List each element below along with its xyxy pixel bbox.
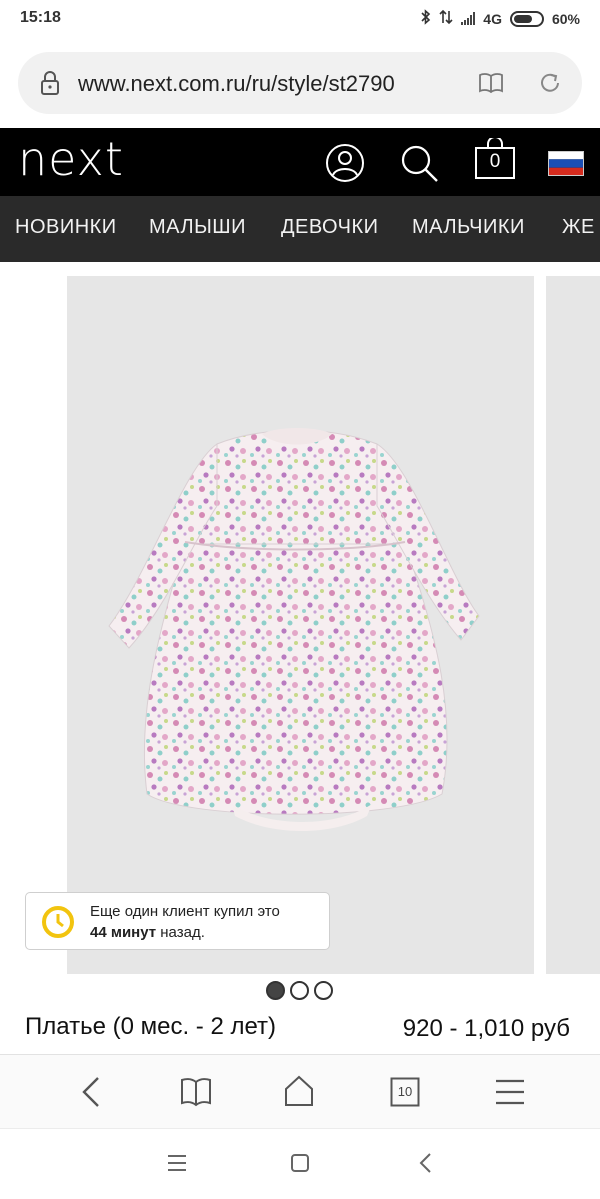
bookmarks-icon[interactable]	[180, 1077, 212, 1112]
search-icon[interactable]	[398, 142, 440, 189]
russia-flag-icon[interactable]	[548, 151, 584, 181]
product-name[interactable]: Платье (0 мес. - 2 лет)	[25, 1013, 276, 1041]
carousel-dot[interactable]	[314, 981, 333, 1000]
data-transfer-icon	[439, 9, 453, 28]
back-icon[interactable]	[78, 1075, 104, 1114]
browser-toolbar: 10	[0, 1054, 600, 1128]
home-icon[interactable]	[283, 1074, 315, 1113]
notice-suffix: назад.	[156, 924, 205, 941]
carousel-dot[interactable]	[290, 981, 309, 1000]
recents-menu-icon[interactable]	[167, 1154, 187, 1177]
battery-percent: 60%	[551, 10, 580, 27]
system-navigation	[0, 1128, 600, 1199]
battery-icon	[509, 10, 544, 27]
nav-item-women[interactable]: ЖЕ	[562, 216, 595, 239]
reader-mode-icon[interactable]	[478, 72, 504, 99]
notice-line-2: 44 минут назад.	[90, 924, 205, 941]
tabs-count: 10	[397, 1084, 413, 1099]
url-text[interactable]: www.next.com.ru/ru/style/st2790	[78, 71, 478, 97]
address-bar[interactable]: www.next.com.ru/ru/style/st2790	[18, 52, 582, 114]
dress-image	[108, 428, 480, 831]
carousel-dot[interactable]	[266, 981, 285, 1000]
nav-item-babies[interactable]: МАЛЫШИ	[149, 216, 246, 239]
product-image[interactable]	[67, 276, 534, 974]
site-header: next 0	[0, 128, 600, 196]
category-nav: НОВИНКИ МАЛЫШИ ДЕВОЧКИ МАЛЬЧИКИ ЖЕ	[0, 196, 600, 262]
clock-icon	[41, 905, 75, 944]
bag-count: 0	[489, 151, 501, 172]
account-icon[interactable]	[324, 142, 366, 189]
recent-purchase-notice: Еще один клиент купил это 44 минут назад…	[25, 892, 330, 950]
product-price: 920 - 1,010 руб	[402, 1015, 570, 1042]
network-type: 4G	[483, 10, 502, 27]
nav-item-boys[interactable]: МАЛЬЧИКИ	[412, 216, 525, 239]
menu-icon[interactable]	[495, 1079, 525, 1110]
system-back-icon[interactable]	[418, 1152, 432, 1179]
signal-icon	[461, 12, 476, 25]
bluetooth-icon	[421, 9, 431, 28]
carousel-dots	[266, 981, 333, 1000]
notice-line-1: Еще один клиент купил это	[90, 903, 280, 920]
nav-item-new[interactable]: НОВИНКИ	[15, 216, 117, 239]
next-product-image[interactable]	[546, 276, 600, 974]
status-icons: 4G 60%	[421, 9, 580, 28]
nav-item-girls[interactable]: ДЕВОЧКИ	[281, 216, 379, 239]
status-bar: 15:18 4G 60%	[0, 0, 600, 38]
lock-icon	[40, 70, 60, 101]
reload-icon[interactable]	[538, 71, 562, 100]
notice-minutes: 44 минут	[90, 924, 157, 941]
status-time: 15:18	[20, 9, 61, 26]
next-logo[interactable]: next	[18, 132, 124, 186]
system-home-icon[interactable]	[290, 1153, 310, 1178]
